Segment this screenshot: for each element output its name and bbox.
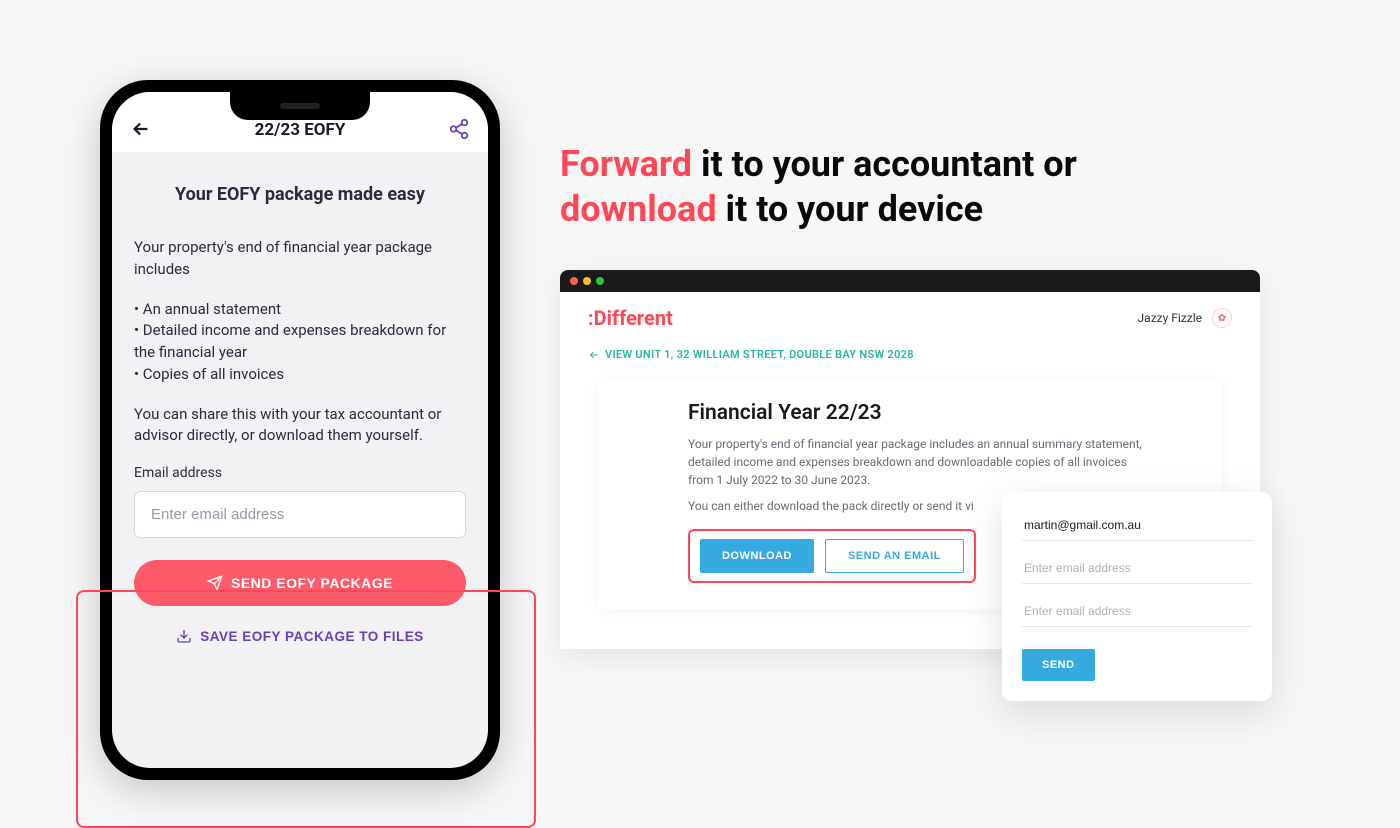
email-label: Email address xyxy=(134,465,466,481)
user-menu[interactable]: Jazzy Fizzle ✿ xyxy=(1138,308,1232,328)
share-icon[interactable] xyxy=(448,118,470,140)
fy-description: Your property's end of financial year pa… xyxy=(688,435,1152,489)
phone-mockup: 22/23 EOFY Your EOFY package made easy Y… xyxy=(100,80,500,780)
popover-send-button[interactable]: SEND xyxy=(1022,649,1095,681)
headline-accent: download xyxy=(560,188,717,230)
button-highlight: DOWNLOAD SEND AN EMAIL xyxy=(688,529,976,583)
breadcrumb-text: VIEW UNIT 1, 32 WILLIAM STREET, DOUBLE B… xyxy=(605,348,914,361)
popover-email-1[interactable] xyxy=(1022,510,1252,541)
save-to-files-label: SAVE EOFY PACKAGE TO FILES xyxy=(200,629,424,644)
save-to-files-button[interactable]: SAVE EOFY PACKAGE TO FILES xyxy=(134,612,466,660)
headline-accent: Forward xyxy=(560,143,692,185)
eofy-intro: Your property's end of financial year pa… xyxy=(134,237,466,281)
marketing-headline: Forward it to your accountant or downloa… xyxy=(560,142,1180,232)
send-package-label: SEND EOFY PACKAGE xyxy=(231,575,393,591)
send-email-button[interactable]: SEND AN EMAIL xyxy=(825,539,964,573)
eofy-heading: Your EOFY package made easy xyxy=(134,184,466,205)
fy-title: Financial Year 22/23 xyxy=(688,401,1152,425)
user-name: Jazzy Fizzle xyxy=(1138,311,1202,325)
download-icon xyxy=(176,628,192,644)
popover-email-2[interactable] xyxy=(1022,553,1252,584)
popover-email-3[interactable] xyxy=(1022,596,1252,627)
back-arrow-icon[interactable] xyxy=(130,118,152,140)
email-input[interactable] xyxy=(134,491,466,538)
breadcrumb[interactable]: VIEW UNIT 1, 32 WILLIAM STREET, DOUBLE B… xyxy=(588,348,1232,361)
phone-notch xyxy=(230,92,370,120)
web-header: :Different Jazzy Fizzle ✿ xyxy=(588,306,1232,330)
window-maximize-icon xyxy=(596,277,604,285)
browser-mockup: :Different Jazzy Fizzle ✿ VIEW UNIT 1, 3… xyxy=(560,270,1260,649)
send-icon xyxy=(207,575,223,591)
email-popover: SEND xyxy=(1002,492,1272,701)
phone-screen: 22/23 EOFY Your EOFY package made easy Y… xyxy=(112,92,488,768)
eofy-bullet: • An annual statement xyxy=(134,299,466,321)
eofy-share-text: You can share this with your tax account… xyxy=(134,404,466,448)
avatar-icon: ✿ xyxy=(1212,308,1232,328)
window-close-icon xyxy=(570,277,578,285)
send-package-button[interactable]: SEND EOFY PACKAGE xyxy=(134,560,466,606)
eofy-bullet: • Copies of all invoices xyxy=(134,364,466,386)
arrow-left-icon xyxy=(588,349,600,361)
screen-title: 22/23 EOFY xyxy=(112,120,488,140)
logo: :Different xyxy=(588,306,673,330)
browser-titlebar xyxy=(560,270,1260,292)
window-minimize-icon xyxy=(583,277,591,285)
eofy-bullet: • Detailed income and expenses breakdown… xyxy=(134,320,466,364)
download-button[interactable]: DOWNLOAD xyxy=(700,539,814,573)
